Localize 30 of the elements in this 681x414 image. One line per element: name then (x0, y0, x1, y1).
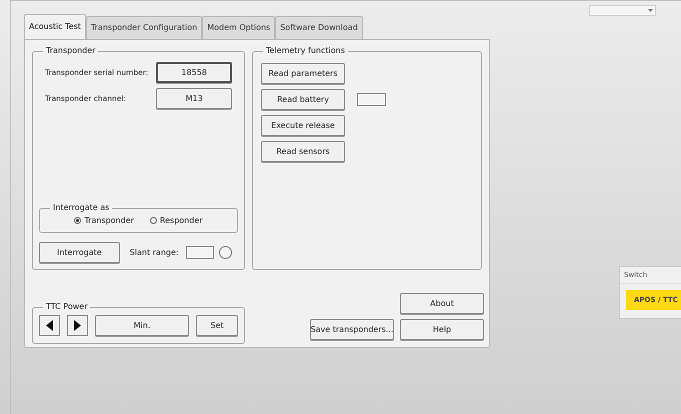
telemetry-button[interactable]: Read parameters (261, 63, 345, 84)
tab[interactable]: Acoustic Test (24, 14, 86, 39)
status-indicator (219, 246, 232, 259)
tab[interactable]: Modem Options (202, 16, 276, 39)
tab[interactable]: Software Download (275, 16, 363, 39)
radio-option[interactable]: Responder (150, 214, 203, 226)
value-button[interactable]: M13 (156, 88, 232, 109)
interrogate-button[interactable]: Interrogate (39, 242, 120, 263)
group-title: Telemetry functions (263, 45, 348, 57)
telemetry-button[interactable]: Read battery (261, 89, 345, 110)
tab[interactable]: Transponder Configuration (86, 16, 202, 39)
output-field (357, 93, 386, 106)
about-button[interactable]: About (400, 293, 484, 314)
power-level-button[interactable]: Min. (94, 315, 190, 336)
radio-option[interactable]: Transponder (74, 214, 134, 226)
increase-button[interactable] (66, 315, 88, 336)
help-button[interactable]: Help (400, 319, 484, 340)
group-title: Transponder (43, 45, 98, 57)
save-button[interactable]: Save transponders... (310, 319, 394, 340)
slant-range-label: Slant range: (130, 246, 179, 258)
dropdown-arrow-icon (648, 9, 653, 12)
right-triangle-icon (74, 320, 81, 331)
left-triangle-icon (46, 320, 53, 331)
telemetry-button[interactable]: Read sensors (261, 141, 345, 162)
decrease-button[interactable] (39, 315, 60, 336)
slant-range-field (186, 246, 214, 259)
telemetry-button[interactable]: Execute release (261, 115, 345, 136)
value-button[interactable]: 18558 (156, 62, 232, 83)
group-title: Interrogate as (50, 202, 112, 214)
set-button[interactable]: Set (196, 315, 238, 336)
